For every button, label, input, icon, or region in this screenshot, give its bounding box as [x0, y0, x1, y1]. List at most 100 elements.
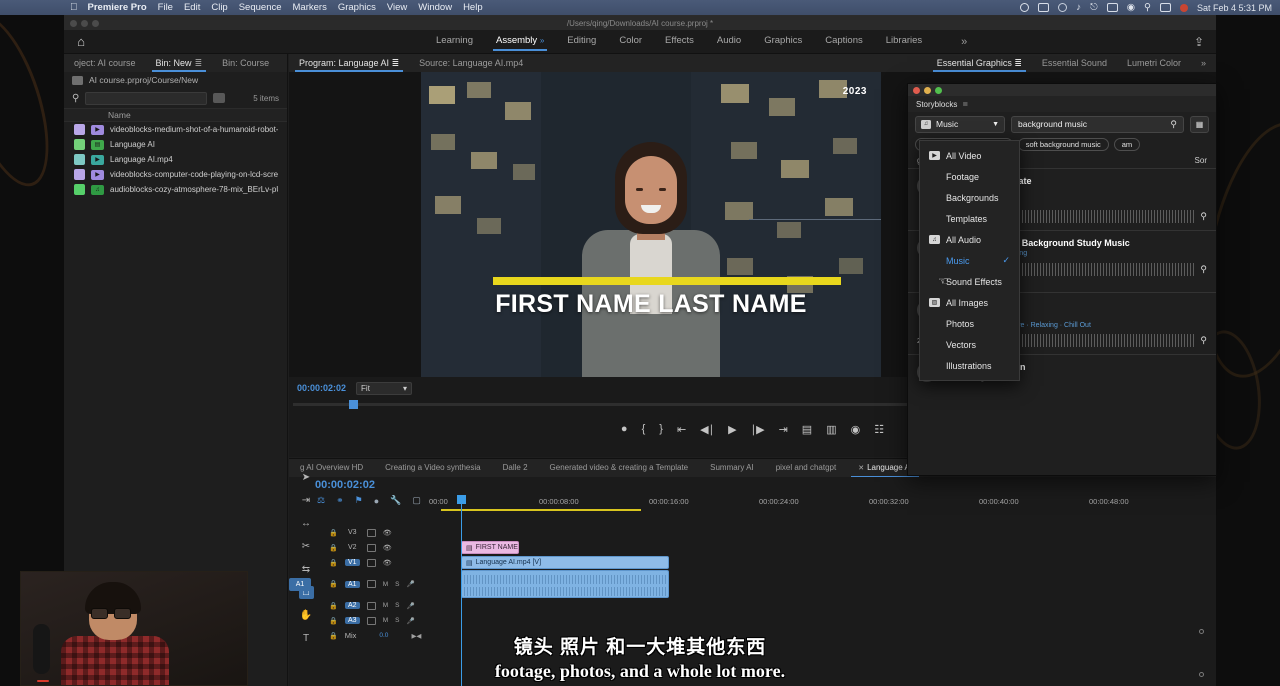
- menu-graphics[interactable]: Graphics: [338, 2, 376, 13]
- mic-icon[interactable]: 🎤: [406, 617, 414, 625]
- tab-essential-sound[interactable]: Essential Sound: [1032, 54, 1117, 72]
- track-row-v2[interactable]: 🔒 V2 👁 ▤ FIRST NAME: [321, 540, 1216, 555]
- menu-item-all-audio[interactable]: ♫ All Audio: [920, 229, 1019, 250]
- track-header-a2[interactable]: 🔒 A2 M S 🎤: [321, 602, 429, 610]
- solo-icon[interactable]: S: [395, 602, 399, 609]
- step-back-icon[interactable]: ◀∣: [700, 423, 714, 436]
- panel-menu-icon[interactable]: ≣: [392, 58, 400, 68]
- sync-lock-icon[interactable]: [367, 529, 376, 537]
- tab-assembly[interactable]: Assembly »: [496, 35, 544, 49]
- source-patch-a1[interactable]: A1: [289, 578, 311, 591]
- tab-captions[interactable]: Captions: [825, 35, 863, 49]
- tab-lumetri-color[interactable]: Lumetri Color: [1117, 54, 1191, 72]
- track-row-a2[interactable]: 🔒 A2 M S 🎤: [321, 598, 1216, 613]
- timeline-clip-graphic[interactable]: ▤ FIRST NAME: [461, 541, 519, 554]
- battery-icon[interactable]: [1038, 3, 1049, 12]
- list-item[interactable]: ▶ videoblocks-computer-code-playing-on-l…: [64, 167, 287, 182]
- insert-icon[interactable]: ●: [374, 496, 379, 506]
- chip-am[interactable]: am: [1114, 138, 1140, 151]
- mute-icon[interactable]: M: [383, 602, 388, 609]
- sync-lock-icon[interactable]: [367, 559, 376, 567]
- lock-icon[interactable]: 🔒: [329, 617, 338, 625]
- menu-item-backgrounds[interactable]: Backgrounds: [920, 187, 1019, 208]
- sync-lock-icon[interactable]: [367, 602, 376, 610]
- timeline-ruler[interactable]: 00:00 00:00:08:00 00:00:16:00 00:00:24:0…: [429, 495, 1198, 509]
- lock-icon[interactable]: 🔒: [329, 602, 338, 610]
- menu-window[interactable]: Window: [418, 2, 452, 13]
- maximize-icon[interactable]: [935, 87, 942, 94]
- panel-menu-icon[interactable]: ≣: [1014, 58, 1022, 68]
- step-forward-icon[interactable]: ∣▶: [751, 423, 765, 436]
- tab-bin-course[interactable]: Bin: Course: [212, 54, 279, 72]
- track-row-v1[interactable]: 🔒 V1 👁 ▤ Language AI.mp4 [V]: [321, 555, 1216, 570]
- tab-summary-ai[interactable]: Summary AI: [699, 459, 765, 477]
- export-frame-icon[interactable]: ◉: [851, 423, 861, 436]
- mic-icon[interactable]: 🎤: [406, 602, 414, 610]
- list-item[interactable]: ▶ Language AI.mp4: [64, 152, 287, 167]
- audio-search-icon[interactable]: ⚲: [1200, 335, 1207, 346]
- controlcenter-icon[interactable]: [1160, 3, 1171, 12]
- menu-item-photos[interactable]: Photos: [920, 313, 1019, 334]
- menu-edit[interactable]: Edit: [184, 2, 200, 13]
- search-icon[interactable]: ⚲: [1144, 2, 1151, 13]
- headphones-icon[interactable]: ♪: [1076, 2, 1081, 13]
- razor-tool-icon[interactable]: ✂: [299, 540, 314, 553]
- marker-icon[interactable]: ⚑: [355, 495, 363, 506]
- chip-soft-background-music[interactable]: soft background music: [1018, 138, 1109, 151]
- close-icon[interactable]: ✕: [858, 465, 864, 472]
- track-name-v2[interactable]: V2: [345, 544, 360, 551]
- tab-essential-graphics[interactable]: Essential Graphics ≣: [927, 54, 1032, 72]
- track-lane-v2[interactable]: ▤ FIRST NAME: [461, 540, 1212, 555]
- search-input[interactable]: [85, 92, 207, 105]
- track-select-tool-icon[interactable]: ⇥: [299, 494, 314, 507]
- solo-icon[interactable]: S: [395, 581, 399, 588]
- list-item[interactable]: ▤ Language AI: [64, 137, 287, 152]
- track-header-a3[interactable]: 🔒 A3 M S 🎤: [321, 617, 429, 625]
- tab-text[interactable]: Text: [279, 54, 287, 72]
- playhead-timecode[interactable]: 00:00:02:02: [297, 383, 346, 393]
- track-header-v3[interactable]: 🔒 V3 👁: [321, 529, 429, 537]
- linked-selection-icon[interactable]: ⚭: [336, 495, 344, 506]
- track-name-a1[interactable]: A1: [345, 581, 360, 588]
- track-lane-v1[interactable]: ▤ Language AI.mp4 [V]: [461, 555, 1212, 570]
- menu-file[interactable]: File: [158, 2, 173, 13]
- snap-icon[interactable]: ⚖: [317, 495, 325, 506]
- bluetooth-icon[interactable]: ⎋: [1090, 2, 1098, 13]
- mute-icon[interactable]: M: [383, 617, 388, 624]
- wifi-icon[interactable]: ◉: [1127, 2, 1135, 13]
- solo-icon[interactable]: S: [395, 617, 399, 624]
- zoom-level-select[interactable]: Fit▾: [356, 382, 412, 395]
- eye-icon[interactable]: 👁: [383, 529, 392, 537]
- timeline-clip-audio[interactable]: [461, 570, 669, 598]
- menu-item-sound-effects[interactable]: Sound Effects: [920, 271, 1019, 292]
- eye-icon[interactable]: 👁: [383, 559, 392, 567]
- sync-lock-icon[interactable]: [367, 544, 376, 552]
- search-icon[interactable]: ⚲: [72, 93, 79, 104]
- menu-item-music[interactable]: Music ✓: [920, 250, 1019, 271]
- track-header-a1[interactable]: A1 🔒 A1 M S 🎤: [321, 580, 429, 588]
- track-header-v1[interactable]: 🔒 V1 👁: [321, 559, 429, 567]
- sync-lock-icon[interactable]: [367, 617, 376, 625]
- column-header-name[interactable]: Name: [108, 110, 131, 120]
- sync-lock-icon[interactable]: [367, 580, 376, 588]
- work-area-bar[interactable]: [441, 509, 641, 511]
- home-icon[interactable]: ⌂: [64, 34, 98, 49]
- workspace-overflow-icon[interactable]: »: [961, 36, 967, 48]
- go-to-out-icon[interactable]: ⇥: [779, 423, 788, 436]
- panel-menu-icon[interactable]: ≣: [195, 58, 203, 68]
- mark-in-icon[interactable]: {: [642, 423, 646, 435]
- sort-dropdown[interactable]: Sor: [1195, 156, 1207, 165]
- timeline-clip-video[interactable]: ▤ Language AI.mp4 [V]: [461, 556, 669, 569]
- track-lane-a1[interactable]: [461, 570, 1212, 598]
- selection-tool-icon[interactable]: ➤: [299, 471, 314, 484]
- menu-view[interactable]: View: [387, 2, 407, 13]
- program-video-frame[interactable]: 2023 FIRST NAME LAST NAME: [421, 72, 881, 377]
- tab-audio[interactable]: Audio: [717, 35, 741, 49]
- keyboard-icon[interactable]: [1107, 3, 1118, 12]
- track-lane-v3[interactable]: [461, 525, 1212, 540]
- new-bin-icon[interactable]: [213, 93, 225, 103]
- tab-editing[interactable]: Editing: [567, 35, 596, 49]
- lift-icon[interactable]: ▤: [802, 423, 812, 436]
- search-input[interactable]: background music ⚲: [1011, 116, 1184, 133]
- list-item[interactable]: ▶ videoblocks-medium-shot-of-a-humanoid-…: [64, 122, 287, 137]
